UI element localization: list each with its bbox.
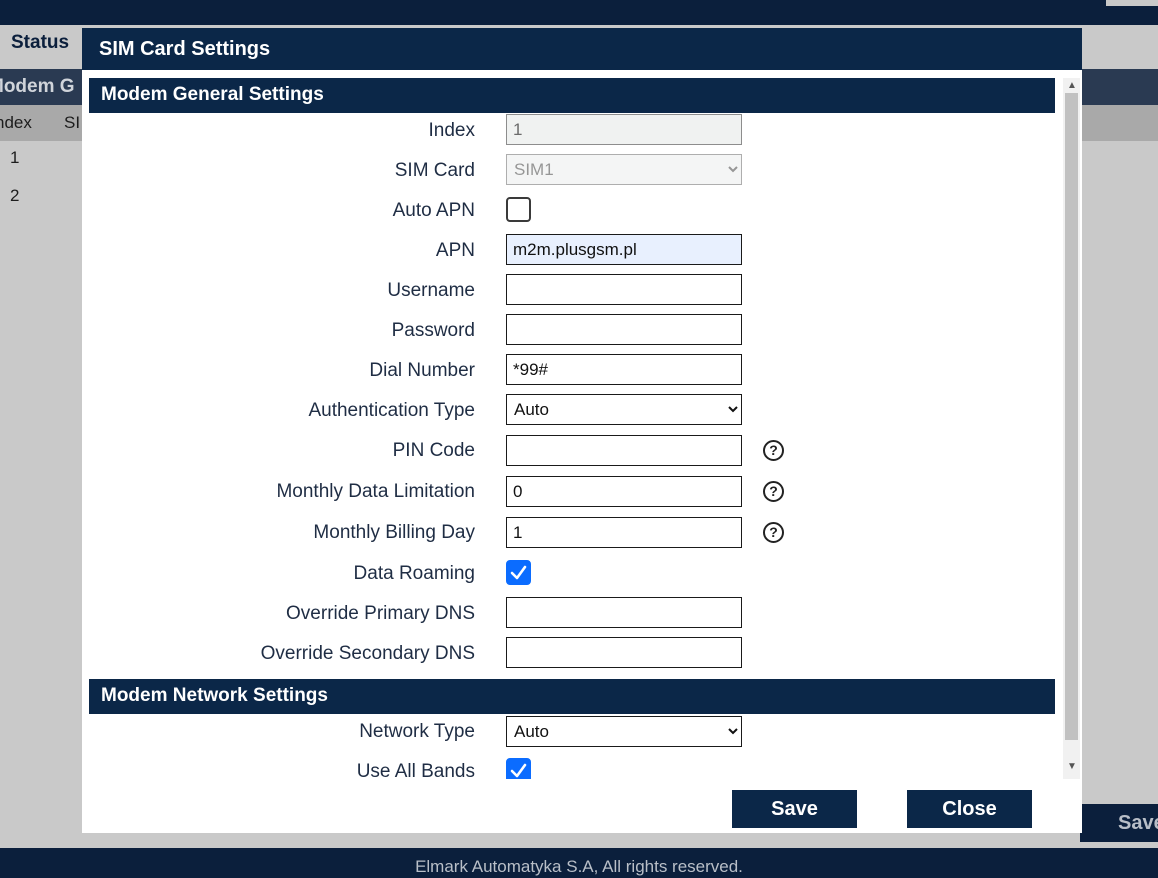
dialog-scroll-area[interactable]: Modem General Settings Index SIM Card SI… [89,78,1063,779]
checkmark-icon [510,565,527,580]
billing-day-input[interactable] [506,517,742,548]
use-all-bands-checkbox[interactable] [506,758,531,779]
dialog-title-bar: SIM Card Settings [82,28,1082,70]
bg-panel-title: Modem G [0,76,75,97]
network-type-select[interactable]: Auto [506,716,742,747]
bg-col-sim: SI [64,113,81,132]
sim-card-settings-dialog: SIM Card Settings Modem General Settings… [82,28,1082,833]
network-type-label: Network Type [359,721,475,742]
auto-apn-checkbox[interactable] [506,197,531,222]
use-all-bands-label: Use All Bands [356,761,475,779]
section-title: Modem General Settings [101,84,324,105]
apn-input[interactable] [506,234,742,265]
close-button[interactable]: Close [907,790,1032,828]
pin-code-input[interactable] [506,435,742,466]
monthly-limit-input[interactable] [506,476,742,507]
primary-dns-label: Override Primary DNS [286,603,475,624]
index-label: Index [428,120,475,141]
apn-label: APN [435,240,475,261]
dial-number-label: Dial Number [369,360,475,381]
bg-save-button[interactable]: Save [1080,804,1158,842]
auth-type-label: Authentication Type [308,400,475,421]
section-title: Modem Network Settings [101,685,328,706]
scrollbar-thumb[interactable] [1065,93,1078,740]
data-roaming-checkbox[interactable] [506,560,531,585]
sim-card-label: SIM Card [394,160,475,181]
auth-type-select[interactable]: Auto [506,394,742,425]
index-input [506,114,742,145]
password-label: Password [391,320,475,341]
secondary-dns-label: Override Secondary DNS [260,643,475,664]
question-circle-icon[interactable]: ? [763,522,784,543]
section-header-general: Modem General Settings [89,78,1055,113]
tab-status[interactable]: Status [11,32,69,54]
auto-apn-label: Auto APN [392,200,475,221]
sim-card-select: SIM1 [506,154,742,185]
scroll-down-arrow-icon[interactable]: ▼ [1067,762,1077,772]
footer-text: Elmark Automatyka S.A, All rights reserv… [415,857,743,876]
bg-table-row[interactable]: 2 [10,186,19,206]
save-button[interactable]: Save [732,790,857,828]
top-bar-box [1106,0,1158,6]
secondary-dns-input[interactable] [506,637,742,668]
top-bar [0,0,1158,25]
username-label: Username [387,280,475,301]
pin-code-label: PIN Code [392,440,475,461]
section-header-network: Modem Network Settings [89,679,1055,714]
checkmark-icon [510,763,527,778]
primary-dns-input[interactable] [506,597,742,628]
dialog-scrollbar[interactable]: ▲ ▼ [1063,78,1080,779]
username-input[interactable] [506,274,742,305]
footer: Elmark Automatyka S.A, All rights reserv… [0,848,1158,878]
monthly-limit-label: Monthly Data Limitation [276,481,475,502]
data-roaming-label: Data Roaming [353,563,475,584]
dial-number-input[interactable] [506,354,742,385]
bg-table-row[interactable]: 1 [10,148,19,168]
bg-col-index: ndex [0,113,32,132]
question-circle-icon[interactable]: ? [763,481,784,502]
billing-day-label: Monthly Billing Day [313,522,475,543]
scroll-up-arrow-icon[interactable]: ▲ [1067,81,1077,91]
question-circle-icon[interactable]: ? [763,440,784,461]
dialog-title: SIM Card Settings [99,38,271,60]
password-input[interactable] [506,314,742,345]
